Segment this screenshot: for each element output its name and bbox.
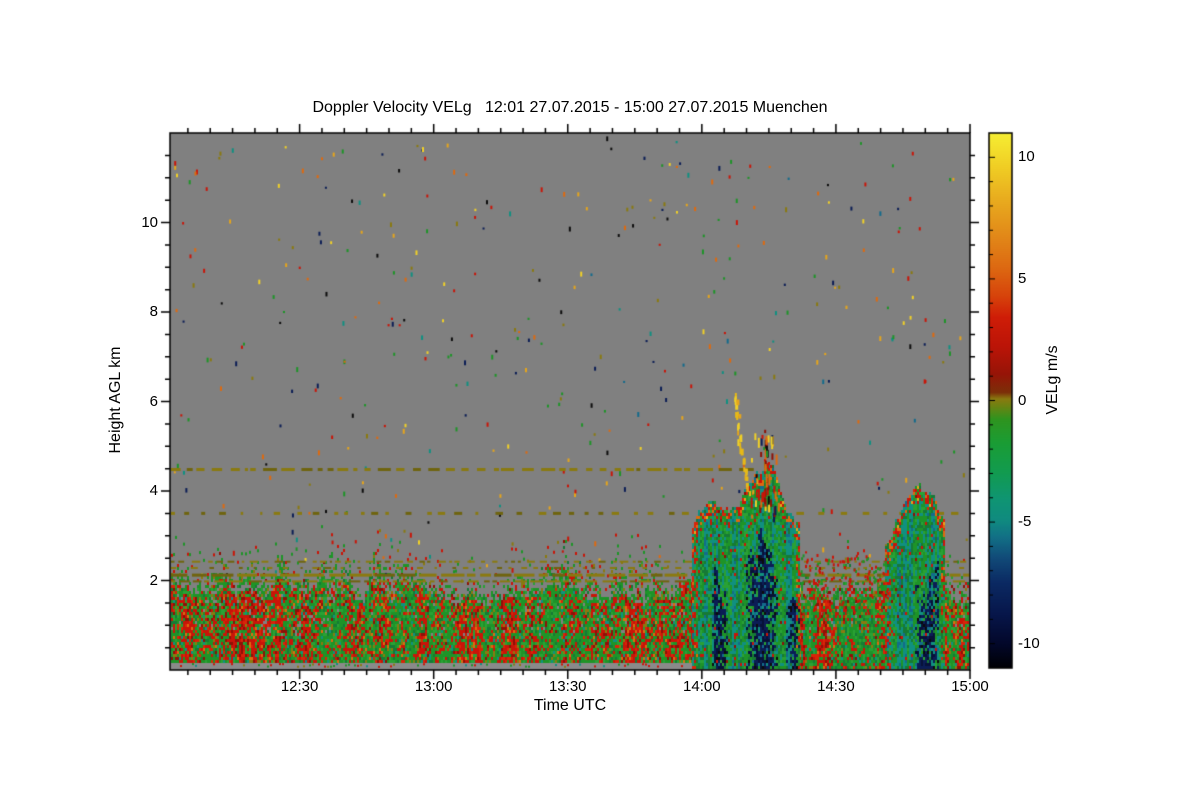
x-tick-label: 15:00 (951, 678, 989, 695)
colorbar-tick-label: 0 (1018, 391, 1027, 409)
colorbar-tick-label: 10 (1018, 148, 1035, 166)
y-tick-label: 10 (141, 213, 158, 231)
colorbar-label: VELg m/s (1044, 345, 1061, 415)
x-tick-label: 12:30 (280, 678, 319, 695)
y-tick-label: 8 (149, 303, 158, 320)
colorbar-tick-label: -5 (1018, 513, 1032, 531)
y-tick-label: 6 (149, 392, 158, 410)
plot-title: Doppler Velocity VELg 12:01 27.07.2015 -… (312, 99, 828, 116)
x-tick-label: 14:30 (817, 678, 855, 695)
x-tick-label: 14:00 (683, 678, 721, 695)
x-tick-label: 13:30 (548, 678, 587, 695)
x-axis-label: Time UTC (533, 697, 607, 714)
colorbar-tick-label: 5 (1018, 269, 1027, 287)
y-tick-label: 4 (149, 482, 158, 499)
x-tick-label: 13:00 (414, 678, 453, 695)
y-tick-label: 2 (149, 571, 158, 589)
colorbar-tick-label: -10 (1018, 634, 1040, 652)
doppler-velocity-figure: Doppler Velocity VELg 12:01 27.07.2015 -… (0, 0, 1200, 800)
